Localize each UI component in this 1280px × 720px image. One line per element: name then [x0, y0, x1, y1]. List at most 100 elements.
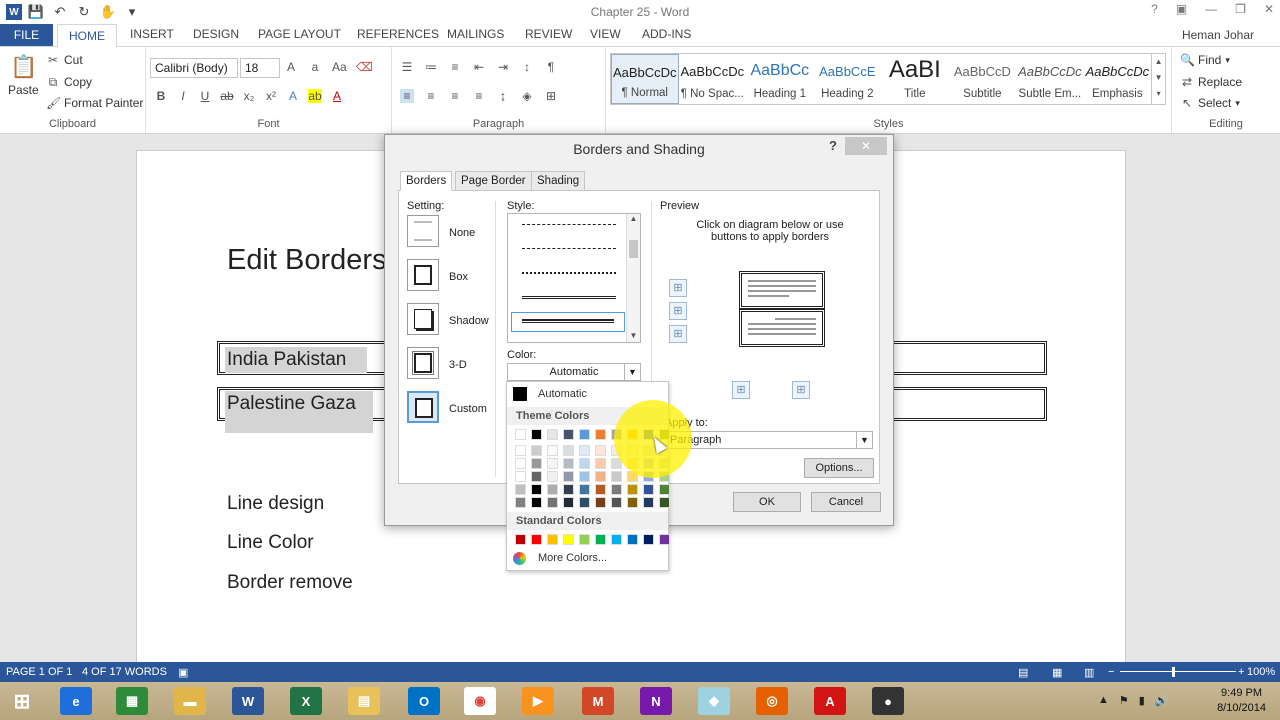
theme-color-swatch[interactable] [611, 484, 622, 495]
help-icon[interactable]: ? [1151, 2, 1158, 16]
increase-indent-icon[interactable]: ⇥ [496, 60, 510, 74]
dialog-close-button[interactable]: ✕ [845, 137, 887, 155]
read-mode-icon[interactable]: ▤ [1018, 666, 1028, 679]
theme-color-swatch[interactable] [579, 497, 590, 508]
tab-mailings[interactable]: MAILINGS [447, 27, 504, 41]
theme-color-swatch[interactable] [563, 484, 574, 495]
tab-home[interactable]: HOME [57, 24, 117, 48]
folder-icon[interactable]: ▬ [174, 687, 206, 715]
tab-add-ins[interactable]: ADD-INS [642, 27, 691, 41]
cut-button[interactable]: ✂ Cut [46, 53, 83, 67]
theme-color-swatch[interactable] [531, 429, 542, 440]
decrease-indent-icon[interactable]: ⇤ [472, 60, 486, 74]
automatic-swatch[interactable] [513, 387, 527, 401]
line-style-dashed[interactable] [522, 224, 616, 225]
doc-line-1[interactable]: Line design [227, 493, 324, 515]
more-colors-option[interactable]: More Colors... [538, 552, 607, 564]
multilevel-list-icon[interactable]: ≡ [448, 60, 462, 74]
numbering-icon[interactable]: ≔ [424, 60, 438, 74]
scroll-thumb[interactable] [629, 240, 638, 258]
chevron-down-icon[interactable]: ▼ [856, 432, 872, 448]
tab-page-layout[interactable]: PAGE LAYOUT [258, 27, 341, 41]
page-count[interactable]: PAGE 1 OF 1 [6, 666, 72, 678]
setting-none-icon[interactable] [407, 215, 439, 247]
superscript-icon[interactable]: x² [264, 89, 278, 103]
font-name-select[interactable]: Calibri (Body) [150, 58, 238, 78]
theme-color-swatch[interactable] [563, 497, 574, 508]
zoom-slider-thumb[interactable] [1172, 667, 1175, 677]
find-button[interactable]: 🔍 Find ▾ [1180, 53, 1230, 67]
tab-file[interactable]: FILE [0, 24, 53, 46]
notes-icon[interactable]: ◆ [698, 687, 730, 715]
user-name[interactable]: Heman Johar [1182, 28, 1254, 42]
minimize-icon[interactable]: — [1205, 2, 1217, 16]
apply-to-select[interactable]: Paragraph ▼ [665, 431, 873, 449]
font-color-icon[interactable]: A [330, 89, 344, 103]
underline-icon[interactable]: U [198, 89, 212, 103]
theme-color-swatch[interactable] [531, 445, 542, 456]
theme-color-swatch[interactable] [595, 429, 606, 440]
format-painter-button[interactable]: 🖌 Format Painter [46, 96, 143, 110]
web-layout-icon[interactable]: ▥ [1084, 666, 1094, 679]
borders-icon[interactable]: ⊞ [544, 89, 558, 103]
inside-horizontal-border-button[interactable]: ⊞ [669, 302, 687, 320]
theme-color-swatch[interactable] [547, 458, 558, 469]
change-case-icon[interactable]: Aa [332, 60, 347, 74]
print-layout-icon[interactable]: ▦ [1052, 666, 1062, 679]
select-button[interactable]: ↖ Select ▾ [1180, 96, 1240, 110]
bottom-border-button[interactable]: ⊞ [669, 325, 687, 343]
left-border-button[interactable]: ⊞ [732, 381, 750, 399]
tab-references[interactable]: REFERENCES [357, 27, 439, 41]
line-spacing-icon[interactable]: ↨ [496, 89, 510, 103]
theme-color-swatch[interactable] [595, 458, 606, 469]
theme-color-swatch[interactable] [627, 497, 638, 508]
justify-icon[interactable]: ≡ [472, 89, 486, 103]
selected-text-line-1[interactable]: India Pakistan [225, 347, 367, 373]
clear-formatting-icon[interactable]: ⌫ [356, 60, 373, 74]
theme-color-swatch[interactable] [579, 484, 590, 495]
theme-color-swatch[interactable] [611, 497, 622, 508]
style-list-scrollbar[interactable]: ▲ ▼ [626, 214, 640, 342]
theme-color-swatch[interactable] [515, 471, 526, 482]
show-formatting-icon[interactable]: ¶ [544, 60, 558, 74]
standard-color-swatch[interactable] [627, 534, 638, 545]
theme-color-swatch[interactable] [515, 429, 526, 440]
m-app-icon[interactable]: M [582, 687, 614, 715]
theme-color-swatch[interactable] [547, 497, 558, 508]
right-border-button[interactable]: ⊞ [792, 381, 810, 399]
tab-shading[interactable]: Shading [531, 171, 586, 191]
setting-none-label[interactable]: None [449, 227, 475, 239]
tab-design[interactable]: DESIGN [193, 27, 239, 41]
standard-color-swatch[interactable] [595, 534, 606, 545]
theme-color-swatch[interactable] [515, 445, 526, 456]
close-icon[interactable]: ✕ [1264, 2, 1274, 16]
shrink-font-icon[interactable]: a [308, 60, 322, 74]
theme-color-swatch[interactable] [595, 497, 606, 508]
line-style-dash-dot[interactable] [522, 248, 616, 249]
shading-icon[interactable]: ◈ [520, 89, 534, 103]
doc-heading[interactable]: Edit Borders [227, 244, 387, 277]
tab-view[interactable]: VIEW [590, 27, 621, 41]
camera-recorder-icon[interactable]: ● [872, 687, 904, 715]
styles-scroll[interactable]: ▲ ▼ ▾ [1151, 54, 1165, 104]
tray-sound-icon[interactable]: 🔊 [1155, 694, 1169, 707]
line-style-selected[interactable] [511, 312, 625, 332]
tray-network-icon[interactable]: ▮ [1139, 694, 1145, 707]
style-heading-2[interactable]: AaBbCcE Heading 2 [814, 54, 882, 104]
style-no-spacing[interactable]: AaBbCcDc ¶ No Spac... [679, 54, 747, 104]
top-border-button[interactable]: ⊞ [669, 279, 687, 297]
style-normal[interactable]: AaBbCcDc ¶ Normal [611, 54, 679, 104]
zoom-in-icon[interactable]: + [1238, 666, 1244, 678]
theme-color-swatch[interactable] [563, 445, 574, 456]
theme-color-swatch[interactable] [659, 484, 670, 495]
tray-chevron-icon[interactable]: ▲ [1098, 694, 1109, 707]
tab-borders[interactable]: Borders [400, 171, 453, 191]
line-style-dash-dot-dot[interactable] [522, 272, 616, 274]
dialog-help-button[interactable]: ? [829, 138, 837, 153]
media-player-icon[interactable]: ▶ [522, 687, 554, 715]
onenote-taskbar-icon[interactable]: N [640, 687, 672, 715]
tab-review[interactable]: REVIEW [525, 27, 572, 41]
standard-color-swatch[interactable] [515, 534, 526, 545]
options-button[interactable]: Options... [804, 458, 874, 478]
style-heading-1[interactable]: AaBbCc Heading 1 [746, 54, 814, 104]
